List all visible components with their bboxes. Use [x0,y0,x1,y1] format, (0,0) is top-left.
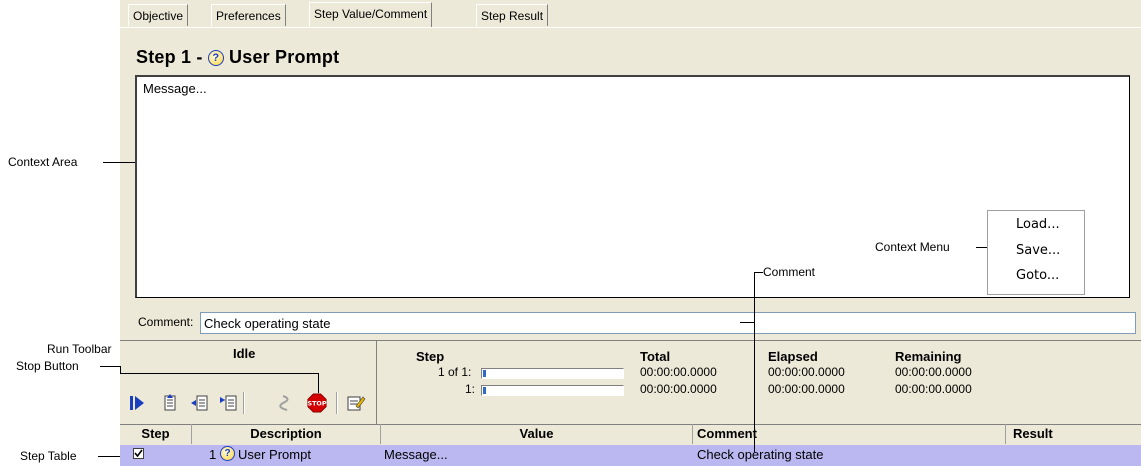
tab-step-result[interactable]: Step Result [476,4,549,26]
annotation-line [120,373,318,374]
menu-item-load[interactable]: Load... [1016,217,1060,232]
comment-input[interactable] [200,312,1136,334]
elapsed-time: 00:00:00.0000 [768,365,845,379]
substep-remaining-time: 00:00:00.0000 [895,382,972,396]
comment-label: Comment: [138,315,194,329]
context-area[interactable]: Message... [135,75,1130,298]
substep-elapsed-time: 00:00:00.0000 [768,382,845,396]
substep-total-time: 00:00:00.0000 [640,382,717,396]
substep-progress-fill [483,387,486,394]
skip-icon[interactable] [276,393,296,413]
run-icon[interactable] [127,393,147,413]
annotation-line [318,373,319,393]
tab-divider [120,27,1141,28]
annotation-line [100,366,120,367]
annotation-line [98,456,120,457]
column-step[interactable]: Step [120,424,192,444]
annotation-line [754,272,763,273]
column-value[interactable]: Value [381,424,693,444]
total-time: 00:00:00.0000 [640,365,717,379]
page-title: Step 1 - ? User Prompt [136,47,339,68]
row-checkbox[interactable] [133,448,144,459]
annotation-context-menu: Context Menu [875,240,950,254]
remaining-header: Remaining [895,349,962,364]
total-header: Total [640,349,671,364]
remaining-time: 00:00:00.0000 [895,365,972,379]
tab-step-value-comment[interactable]: Step Value/Comment [309,2,433,27]
context-menu: Load... Save... Goto... [987,210,1085,295]
edit-icon[interactable] [346,393,366,413]
run-state-label: Idle [233,346,256,361]
stop-icon[interactable]: STOP [307,393,327,413]
row-comment: Check operating state [697,447,824,462]
annotation-step-table: Step Table [20,449,77,463]
step-over-icon[interactable] [190,393,210,413]
question-icon: ? [220,446,235,461]
annotation-context-area: Context Area [8,155,78,169]
row-description: User Prompt [238,447,311,462]
row-step: 1 [209,447,217,462]
step-out-icon[interactable] [218,393,238,413]
toolbar-separator [336,392,338,414]
step-progress-fill [483,370,486,377]
stop-label: STOP [308,401,327,408]
annotation-line [976,247,987,248]
message-text: Message... [143,81,207,96]
elapsed-header: Elapsed [768,349,818,364]
annotation-line [120,366,121,374]
column-description[interactable]: Description [192,424,381,444]
step-title-prefix: Step 1 - [136,47,203,67]
annotation-run-toolbar: Run Toolbar [47,342,112,356]
column-result[interactable]: Result [1006,424,1141,444]
toolbar-separator [243,392,245,414]
menu-item-goto[interactable]: Goto... [1016,268,1059,283]
substep-count: 1: [465,382,476,396]
step-progress-bar [481,368,624,379]
annotation-comment: Comment [763,265,816,279]
row-value: Message... [384,447,448,462]
step-into-icon[interactable] [160,393,180,413]
tab-objective[interactable]: Objective [128,4,189,26]
menu-item-save[interactable]: Save... [1016,243,1060,258]
annotation-stop-button: Stop Button [16,359,79,373]
annotation-line [103,162,135,163]
substep-progress-bar [481,385,624,396]
step-title-name: User Prompt [229,47,340,67]
column-comment[interactable]: Comment [693,424,1006,444]
tab-preferences[interactable]: Preferences [211,4,286,26]
annotation-line [740,322,755,323]
step-count: 1 of 1: [438,365,472,379]
annotation-line [754,272,755,452]
step-header: Step [416,349,445,364]
question-icon: ? [207,50,224,67]
